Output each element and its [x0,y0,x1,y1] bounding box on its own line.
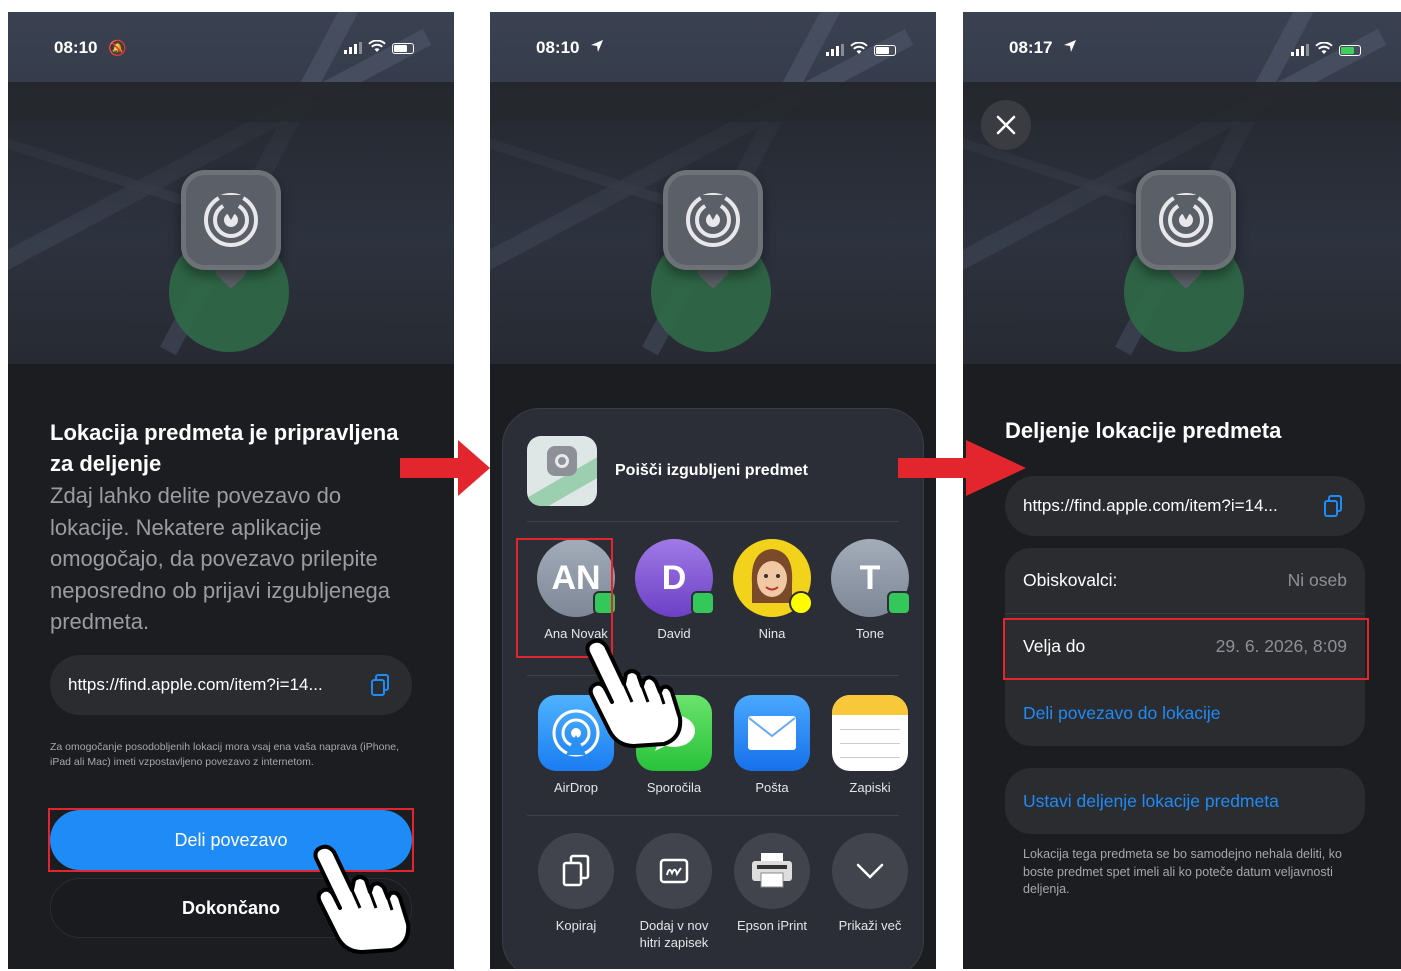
next-step-arrow-2 [898,440,1026,496]
share-link-text: https://find.apple.com/item?i=14... [68,675,323,694]
status-time: 08:10 [536,38,580,57]
location-arrow-icon [590,38,604,58]
app-notes[interactable]: Zapiski [821,695,919,796]
wifi-icon [850,40,868,60]
battery-charging-icon [1339,44,1361,56]
radar-icon [1136,170,1236,270]
radar-icon [663,170,763,270]
radar-icon [181,170,281,270]
stop-sharing-label: Ustavi deljenje lokacije predmeta [1023,790,1279,811]
quick-note-icon [636,833,712,909]
sharing-details-group: Obiskovalci: Ni oseb Velja do 29. 6. 202… [1005,548,1365,746]
page-title: Lokacija predmeta je pripravljena za del… [50,420,399,476]
mail-icon [734,695,810,771]
wifi-icon [1315,40,1333,60]
action-label: Prikaži več [838,918,902,933]
valid-until-value: 29. 6. 2026, 8:09 [1215,636,1347,656]
messages-badge-icon [887,591,911,615]
close-button[interactable] [981,100,1031,150]
contact-nina[interactable]: Nina [723,539,821,642]
messages-badge-icon [593,591,617,615]
memoji-avatar [733,539,813,617]
copy-icon [538,833,614,909]
share-location-link-label: Deli povezavo do lokacije [1023,702,1221,723]
contact-ana-novak[interactable]: AN Ana Novak [527,539,625,642]
messages-badge-icon [691,591,715,615]
contacts-row: AN Ana Novak D David Nina T Tone [527,539,919,642]
copy-icon[interactable] [366,673,394,697]
status-time: 08:10 [54,38,98,57]
app-mail[interactable]: Pošta [723,695,821,796]
share-link-field[interactable]: https://find.apple.com/item?i=14... [50,655,412,715]
description-text: Zdaj lahko delite povezavo do lokacije. … [50,483,391,634]
status-bar: 08:10 🔕 [8,38,454,60]
expiry-note: Lokacija tega predmeta se bo samodejno n… [1023,847,1342,896]
tap-hand-icon [313,844,411,954]
action-label: Kopiraj [555,918,597,933]
stop-sharing-group: Ustavi deljenje lokacije predmeta [1005,768,1365,834]
visitors-value: Ni oseb [1287,570,1347,590]
action-label: Epson iPrint [736,918,808,933]
tap-hand-icon [585,638,683,748]
action-show-more[interactable]: Prikaži več [821,833,919,951]
item-radar-marker [651,170,783,352]
app-label: Pošta [755,780,789,795]
connectivity-note: Za omogočanje posodobljenih lokacij mora… [50,741,400,768]
visitors-row: Obiskovalci: Ni oseb [1005,548,1365,614]
silent-bell-icon: 🔕 [108,40,127,57]
app-label: Sporočila [646,780,702,795]
status-bar: 08:17 [963,38,1401,60]
valid-until-row[interactable]: Velja do 29. 6. 2026, 8:09 [1005,614,1365,680]
share-link-field[interactable]: https://find.apple.com/item?i=14... [1005,476,1365,536]
item-radar-marker [169,170,301,352]
screen-share-sheet: 08:10 Poišči izgubljeni predmet AN Ana N… [490,12,936,969]
app-label: AirDrop [553,780,599,795]
visitors-label: Obiskovalci: [1023,570,1118,590]
action-copy[interactable]: Kopiraj [527,833,625,951]
page-title: Deljenje lokacije predmeta [1005,418,1282,443]
item-radar-marker [1124,170,1256,352]
copy-icon[interactable] [1319,494,1347,518]
signal-icon [1291,44,1309,56]
contact-label: Tone [855,626,885,641]
action-quick-note[interactable]: Dodaj v nov hitri zapisek [625,833,723,951]
share-sheet-title: Poišči izgubljeni predmet [615,462,808,479]
share-sheet-header: Poišči izgubljeni predmet [527,435,899,507]
avatar: AN [537,539,617,617]
battery-icon [874,44,896,56]
share-sheet: Poišči izgubljeni predmet AN Ana Novak D… [502,408,924,969]
signal-icon [344,42,362,54]
screen-share-ready: 08:10 🔕 Lokacija predmeta je pripravljen… [8,12,454,969]
action-label: Dodaj v nov hitri zapisek [639,918,709,950]
location-arrow-icon [1063,38,1077,58]
chevron-down-icon [832,833,908,909]
contact-tone[interactable]: T Tone [821,539,919,642]
next-step-arrow-1 [400,440,490,496]
contact-david[interactable]: D David [625,539,723,642]
close-icon [996,115,1016,135]
printer-icon [734,833,810,909]
snapchat-badge-icon [789,591,813,615]
notes-icon [832,695,908,771]
share-location-link-button[interactable]: Deli povezavo do lokacije [1005,680,1365,746]
actions-row: Kopiraj Dodaj v nov hitri zapisek Epson … [527,833,919,951]
action-epson-iprint[interactable]: Epson iPrint [723,833,821,951]
app-label: Zapiski [849,780,891,795]
item-thumbnail [527,436,597,506]
stop-sharing-button[interactable]: Ustavi deljenje lokacije predmeta [1005,768,1365,834]
status-time: 08:17 [1009,38,1053,57]
share-link-text: https://find.apple.com/item?i=14... [1023,496,1278,515]
status-bar: 08:10 [490,38,936,60]
wifi-icon [368,39,386,56]
signal-icon [826,44,844,56]
avatar: D [635,539,715,617]
contact-label: Nina [758,626,786,641]
screen-sharing-details: 08:17 Deljenje lokacije predmeta https:/… [963,12,1401,969]
valid-until-label: Velja do [1023,636,1086,656]
battery-icon [392,42,414,54]
avatar: T [831,539,911,617]
